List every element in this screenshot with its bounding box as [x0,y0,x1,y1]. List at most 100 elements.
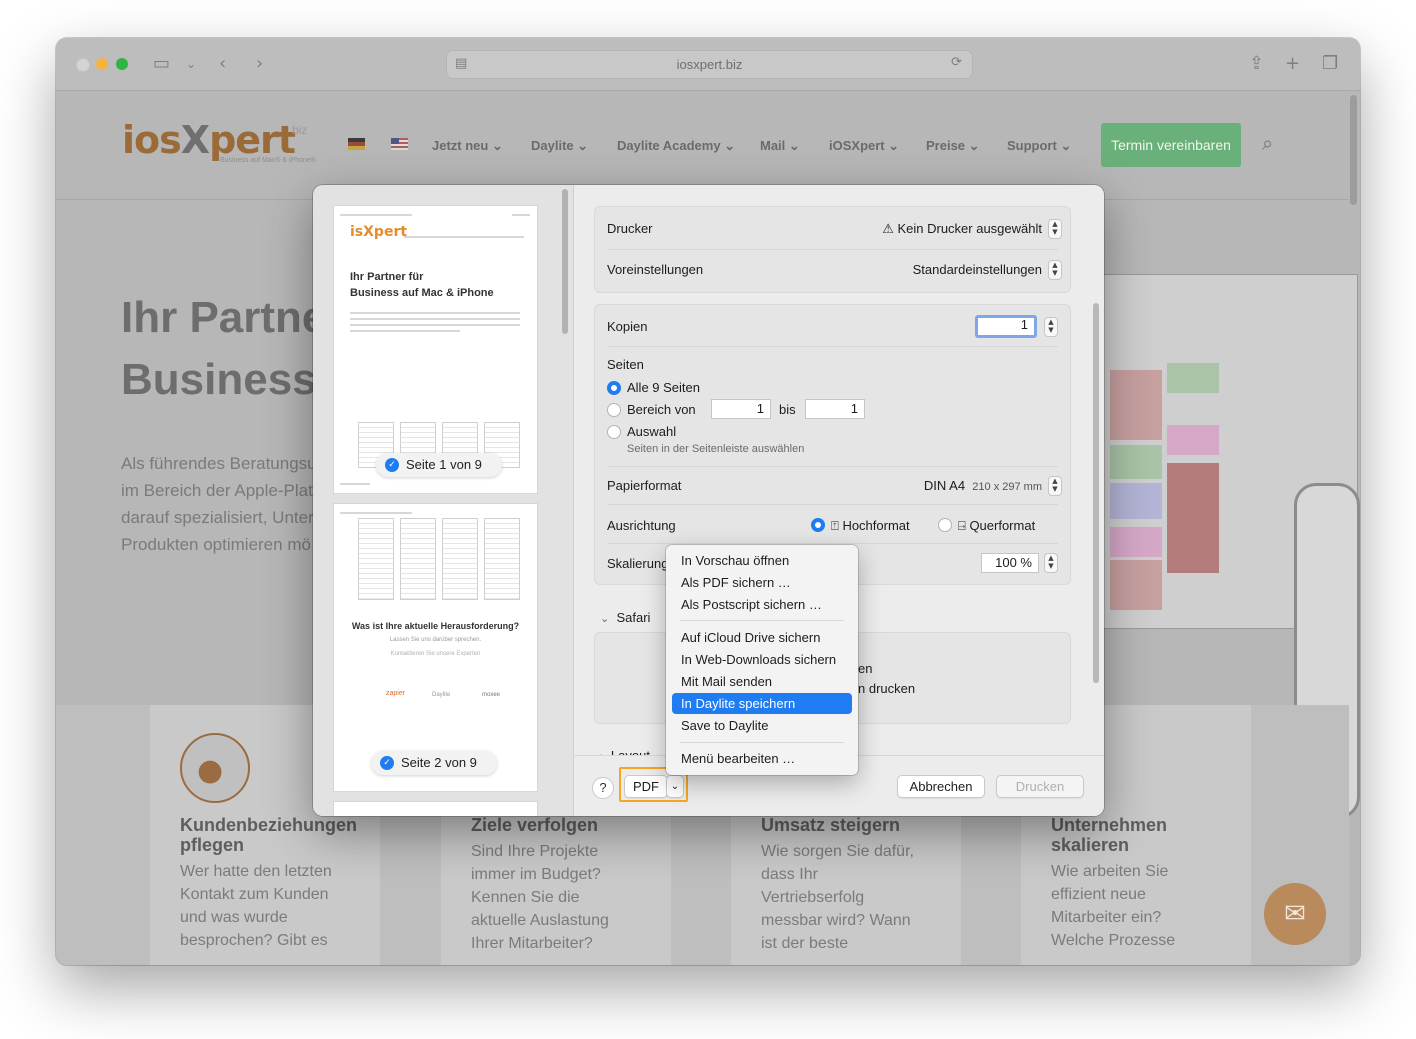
landscape-icon: ⍈ [958,518,966,533]
menu-save-to-icloud[interactable]: Auf iCloud Drive sichern [672,627,852,648]
pdf-menu-chevron-icon[interactable]: ⌄ [666,775,684,798]
menu-send-via-mail[interactable]: Mit Mail senden [672,671,852,692]
landscape-radio[interactable] [938,518,952,532]
forward-arrow-icon[interactable]: › [256,52,263,76]
chevron-down-icon: ⌄ [600,613,610,625]
menu-edit-menu[interactable]: Menü bearbeiten … [672,748,852,769]
page-2-selected-pill[interactable]: ✓ Seite 2 von 9 [371,751,497,775]
moxee-logo: moxee [482,692,501,698]
thumbnail-logo: isXpert [350,224,408,240]
copies-label: Kopien [607,319,648,334]
menu-save-as-pdf[interactable]: Als PDF sichern … [672,572,852,593]
logo-tagline: Business auf Mac® & iPhone® [220,157,316,164]
safari-section-toggle[interactable]: ⌄ Safari [600,610,650,625]
thumbnail-heading: Was ist Ihre aktuelle Herausforderung? [351,621,520,631]
paper-select[interactable]: DIN A4 210 x 297 mm [924,478,1042,493]
nav-mail[interactable]: Mail ⌄ [760,138,800,154]
title-bar: ▭ ⌄ ‹ › ▤ iosxpert.biz ⟳ ⇪ + ❐ [56,38,1360,91]
page-scrollbar[interactable] [1350,95,1357,205]
range-to-field[interactable]: 1 [805,399,865,419]
portrait-option[interactable]: ⍐ Hochformat [831,518,910,534]
nav-iosxpert[interactable]: iOSXpert ⌄ [829,138,899,154]
menu-save-in-daylite[interactable]: In Daylite speichern [672,693,852,714]
portrait-icon: ⍐ [831,518,839,533]
sidebar-toggle-icon[interactable]: ▭ [153,52,170,76]
address-bar[interactable]: ▤ iosxpert.biz ⟳ [446,50,973,79]
presets-popup-chevron-icon[interactable]: ▲ ▼ [1048,260,1062,280]
scaling-field[interactable]: 100 % [981,553,1039,573]
share-icon[interactable]: ⇪ [1249,52,1264,76]
page-thumbnail-1[interactable]: isXpert Ihr Partner für Business auf Mac… [334,206,537,493]
paper-label: Papierformat [607,478,682,493]
cancel-button[interactable]: Abbrechen [897,775,985,798]
portrait-radio[interactable] [811,518,825,532]
card-text: Wie sorgen Sie dafür, dass Ihr Vertriebs… [761,843,914,952]
nav-daylite-academy[interactable]: Daylite Academy ⌄ [617,138,735,154]
landscape-option[interactable]: ⍈ Querformat [958,518,1035,534]
flag-de-icon[interactable] [348,138,365,150]
pdf-button[interactable]: PDF [624,775,668,798]
paper-popup-chevron-icon[interactable]: ▲ ▼ [1048,476,1062,496]
menu-separator [680,620,844,621]
selection-hint: Seiten in der Seitenleiste auswählen [627,443,805,455]
menu-open-in-preview[interactable]: In Vorschau öffnen [672,550,852,571]
all-pages-radio[interactable] [607,381,621,395]
back-arrow-icon[interactable]: ‹ [219,52,226,76]
thumbnail-link: Kontaktieren Sie unsere Experten [390,651,481,657]
hero-text: Als führendes Beratungsu im Bereich der … [121,454,317,554]
printer-panel: Drucker ⚠ Kein Drucker ausgewählt ▲ ▼ Vor… [594,206,1071,293]
menu-save-to-daylite[interactable]: Save to Daylite [672,715,852,736]
menu-separator [680,742,844,743]
presets-label: Voreinstellungen [607,262,704,277]
tab-overview-icon[interactable]: ❐ [1322,52,1338,76]
range-from-field[interactable]: 1 [711,399,771,419]
scaling-label: Skalierung [607,556,669,571]
print-button[interactable]: Drucken [996,775,1084,798]
card-text: Sind Ihre Projekte immer im Budget? Kenn… [471,843,609,952]
termin-button[interactable]: Termin vereinbaren [1101,123,1241,167]
logo-biz: biz [292,123,308,137]
zoom-window-button[interactable] [116,58,128,70]
reload-icon[interactable]: ⟳ [951,55,962,70]
settings-scrollbar[interactable] [1093,303,1099,683]
search-icon[interactable]: ⌕ [1262,131,1273,155]
scaling-stepper[interactable]: ▲ ▼ [1044,553,1058,573]
page-1-selected-pill[interactable]: ✓ Seite 1 von 9 [376,453,502,477]
presets-select[interactable]: Standardeinstellungen [913,262,1042,277]
nav-jetzt-neu[interactable]: Jetzt neu ⌄ [432,138,503,154]
selection-radio[interactable] [607,425,621,439]
card-title: Umsatz steigern [761,815,901,835]
chat-icon[interactable]: ✉ [1264,883,1326,945]
nav-preise[interactable]: Preise ⌄ [926,138,980,154]
card-text: Wer hatte den letzten Kontakt zum Kunden… [180,863,332,949]
card-title: Unternehmen skalieren [1051,815,1168,855]
all-pages-label: Alle 9 Seiten [627,380,700,395]
page-thumbnail-2[interactable]: Was ist Ihre aktuelle Herausforderung? L… [334,504,537,791]
flag-us-icon[interactable] [391,138,408,150]
minimize-window-button[interactable] [96,58,108,70]
pdf-menu: In Vorschau öffnen Als PDF sichern … Als… [666,545,858,775]
selection-label: Auswahl [627,424,677,439]
nav-support[interactable]: Support ⌄ [1007,138,1071,154]
new-tab-icon[interactable]: + [1285,52,1300,76]
copies-field[interactable]: 1 [975,315,1037,338]
menu-save-to-web-downloads[interactable]: In Web-Downloads sichern [672,649,852,670]
printer-label: Drucker [607,221,653,236]
range-radio[interactable] [607,403,621,417]
sidebar-scrollbar[interactable] [562,189,568,334]
menu-save-as-postscript[interactable]: Als Postscript sichern … [672,594,852,615]
url-text: iosxpert.biz [676,57,743,72]
printer-select[interactable]: ⚠ Kein Drucker ausgewählt [882,221,1042,237]
checkmark-icon: ✓ [380,756,394,770]
help-button[interactable]: ? [592,777,614,799]
page-thumbnail-3[interactable] [334,802,537,816]
copies-stepper[interactable]: ▲ ▼ [1044,317,1058,337]
card-text: Wie arbeiten Sie effizient neue Mitarbei… [1051,863,1176,949]
thumbnail-subtitle: Lassen Sie uns darüber sprechen. [389,637,482,643]
close-window-button[interactable] [76,58,90,72]
chevron-down-icon[interactable]: ⌄ [186,52,196,76]
card-title: Ziele verfolgen [471,815,599,835]
site-logo[interactable]: iosXpert biz Business auf Mac® & iPhone® [122,121,316,164]
nav-daylite[interactable]: Daylite ⌄ [531,138,588,154]
printer-popup-chevron-icon[interactable]: ▲ ▼ [1048,219,1062,239]
